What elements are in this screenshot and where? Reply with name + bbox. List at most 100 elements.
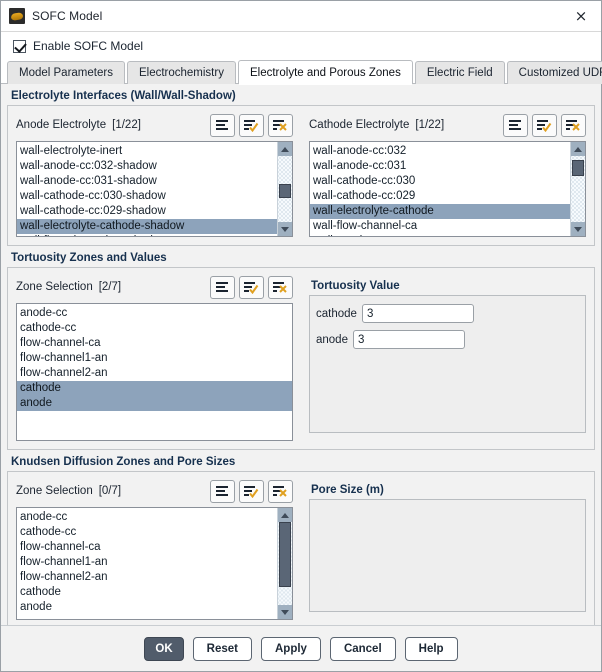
deselect-all-icon[interactable] (561, 113, 586, 137)
list-item[interactable]: cathode-cc (17, 321, 292, 336)
scroll-up-icon[interactable] (278, 508, 292, 522)
electrolyte-interfaces-title: Electrolyte Interfaces (Wall/Wall-Shadow… (11, 90, 236, 102)
cathode-electrolyte-label: Cathode Electrolyte (309, 119, 410, 131)
list-item[interactable]: anode-cc (17, 510, 277, 525)
cathode-electrolyte-count: [1/22] (415, 119, 445, 131)
deselect-all-icon[interactable] (268, 479, 293, 503)
ok-button[interactable]: OK (144, 636, 184, 661)
list-item[interactable]: anode (17, 600, 277, 615)
deselect-all-icon[interactable] (268, 275, 293, 299)
tortuosity-zone-listbox[interactable]: anode-cc cathode-cc flow-channel-ca flow… (16, 303, 293, 441)
list-item[interactable]: wall-flow-channel-ca-shadow (17, 234, 277, 236)
title-bar: SOFC Model × (1, 1, 601, 32)
list-item[interactable]: wall-anode-cc:031 (310, 159, 570, 174)
scroll-down-icon[interactable] (278, 222, 292, 236)
pore-size-box: Pore Size (m) (301, 472, 594, 625)
close-icon[interactable]: × (561, 1, 601, 31)
list-item[interactable]: wall-cathode-cc:030-shadow (17, 189, 277, 204)
scrollbar-vertical[interactable] (277, 142, 292, 236)
list-item-selected[interactable]: anode (17, 396, 292, 411)
list-icon[interactable] (210, 275, 235, 299)
list-item[interactable]: anode-cc (17, 306, 292, 321)
list-item[interactable]: flow-channel1-an (17, 351, 292, 366)
anode-electrolyte-box: Anode Electrolyte [1/22] wall-electrolyt… (8, 106, 301, 245)
list-item-selected[interactable]: wall-electrolyte-cathode (310, 204, 570, 219)
sofc-app-icon (9, 8, 25, 24)
list-item[interactable]: wall-flow-channel-ca (310, 219, 570, 234)
scroll-up-icon[interactable] (278, 142, 292, 156)
list-item[interactable]: wall-cathode-cc:029-shadow (17, 204, 277, 219)
scrollbar-track[interactable] (278, 156, 292, 222)
list-icon[interactable] (210, 113, 235, 137)
enable-sofc-label: Enable SOFC Model (33, 39, 144, 53)
knudsen-panel: Zone Selection [0/7] anode-cc cathode-cc… (7, 471, 595, 625)
anode-electrolyte-count: [1/22] (112, 119, 141, 131)
pore-size-panel (309, 499, 586, 612)
deselect-all-icon[interactable] (268, 113, 293, 137)
anode-electrolyte-label: Anode Electrolyte (16, 119, 107, 131)
knudsen-zone-count: [0/7] (98, 485, 122, 497)
tab-electrolyte-and-porous-zones[interactable]: Electrolyte and Porous Zones (237, 60, 413, 85)
list-item[interactable]: cathode (17, 585, 277, 600)
tortuosity-value-panel: cathode anode (309, 295, 586, 433)
sofc-model-dialog: SOFC Model × Enable SOFC Model Model Par… (0, 0, 602, 672)
list-item[interactable]: cathode-cc (17, 525, 277, 540)
tortuosity-value-box: Tortuosity Value cathode anode (301, 268, 594, 449)
tortuosity-anode-input[interactable] (352, 330, 465, 349)
tortuosity-zone-box: Zone Selection [2/7] anode-cc cathode-cc… (8, 268, 301, 449)
list-item-selected[interactable]: wall-electrolyte-cathode-shadow (17, 219, 277, 234)
scroll-down-icon[interactable] (278, 605, 292, 619)
list-item[interactable]: flow-channel1-an (17, 555, 277, 570)
list-item[interactable]: flow-channel-ca (17, 540, 277, 555)
list-item[interactable]: wall-anode-cc:031-shadow (17, 174, 277, 189)
tortuosity-zone-count: [2/7] (98, 281, 122, 293)
help-button[interactable]: Help (404, 636, 458, 661)
apply-button[interactable]: Apply (260, 636, 321, 661)
enable-sofc-checkbox[interactable] (13, 39, 26, 53)
tab-electric-field[interactable]: Electric Field (414, 61, 505, 84)
list-icon[interactable] (210, 479, 235, 503)
knudsen-zone-header: Zone Selection [0/7] (16, 478, 293, 504)
select-all-icon[interactable] (239, 113, 264, 137)
select-all-icon[interactable] (532, 113, 557, 137)
tortuosity-cathode-input[interactable] (361, 304, 474, 323)
list-item[interactable]: flow-channel2-an (17, 366, 292, 381)
scroll-up-icon[interactable] (571, 142, 585, 156)
select-all-icon[interactable] (239, 479, 264, 503)
list-item[interactable]: flow-channel-ca (17, 336, 292, 351)
tortuosity-field-row: anode (316, 330, 585, 349)
enable-sofc-row[interactable]: Enable SOFC Model (1, 32, 601, 60)
cancel-button[interactable]: Cancel (329, 636, 396, 661)
knudsen-zone-items: anode-cc cathode-cc flow-channel-ca flow… (17, 508, 277, 619)
anode-electrolyte-listbox[interactable]: wall-electrolyte-inert wall-anode-cc:032… (16, 141, 293, 237)
list-item[interactable]: wall-anode-cc:032 (310, 144, 570, 159)
scrollbar-vertical[interactable] (277, 508, 292, 619)
tortuosity-panel: Zone Selection [2/7] anode-cc cathode-cc… (7, 267, 595, 450)
list-item[interactable]: wall-electrolyte-inert (17, 144, 277, 159)
scrollbar-thumb[interactable] (572, 159, 584, 176)
tab-model-parameters[interactable]: Model Parameters (7, 61, 125, 84)
list-icon[interactable] (503, 113, 528, 137)
list-item[interactable]: flow-channel2-an (17, 570, 277, 585)
window-title: SOFC Model (32, 9, 103, 23)
scrollbar-track[interactable] (278, 522, 292, 605)
knudsen-zone-listbox[interactable]: anode-cc cathode-cc flow-channel-ca flow… (16, 507, 293, 620)
list-item[interactable]: wall-cathode-cc:030 (310, 174, 570, 189)
scroll-down-icon[interactable] (571, 222, 585, 236)
scrollbar-vertical[interactable] (570, 142, 585, 236)
electrolyte-interfaces-panel: Anode Electrolyte [1/22] wall-electrolyt… (7, 105, 595, 246)
pore-size-title: Pore Size (m) (311, 484, 384, 496)
dialog-footer: OK Reset Apply Cancel Help (1, 625, 601, 671)
list-item-selected[interactable]: cathode (17, 381, 292, 396)
scrollbar-thumb[interactable] (279, 184, 291, 198)
list-item[interactable]: wall-cathode-cc:029 (310, 189, 570, 204)
cathode-electrolyte-listbox[interactable]: wall-anode-cc:032 wall-anode-cc:031 wall… (309, 141, 586, 237)
select-all-icon[interactable] (239, 275, 264, 299)
tab-customized-udfs[interactable]: Customized UDFs (506, 61, 602, 84)
tab-electrochemistry[interactable]: Electrochemistry (126, 61, 236, 84)
list-item[interactable]: wall-anode-cc:032-shadow (17, 159, 277, 174)
scrollbar-thumb[interactable] (279, 522, 291, 587)
reset-button[interactable]: Reset (192, 636, 252, 661)
scrollbar-track[interactable] (571, 156, 585, 222)
list-item[interactable]: wall-anode-cc (310, 234, 570, 236)
